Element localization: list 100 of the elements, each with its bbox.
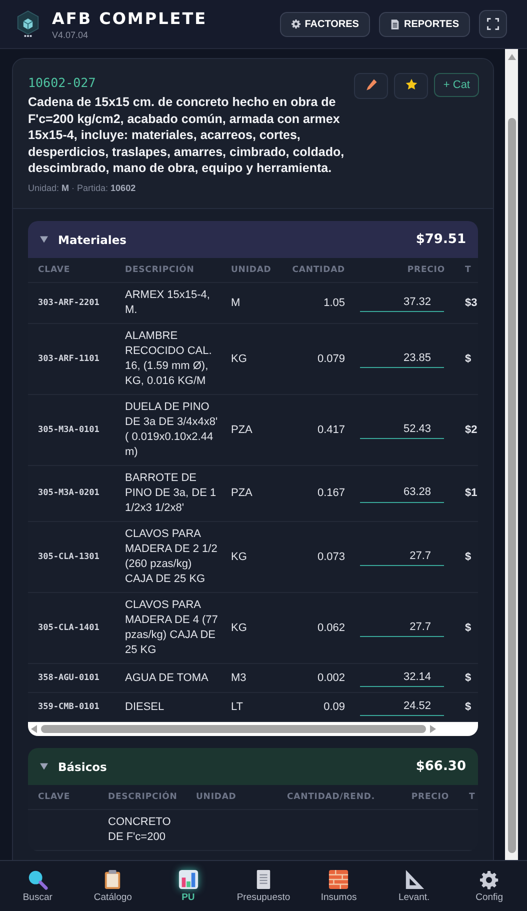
column-header: UNIDAD <box>196 791 238 804</box>
column-header: CANTIDAD <box>291 264 345 277</box>
section-title: Básicos <box>58 760 108 774</box>
column-header: UNIDAD <box>231 264 272 277</box>
item-description: Cadena de 15x15 cm. de concreto hecho en obra de F'c=200 kg/cm2, acabado común, armada con armex 15x15-4, incluye: materiales, acarreos, cortes, desperdicios, traslapes, amarres, cimbrado, coldado, descimbrado, mano de obra, equipo y herramienta. <box>28 94 346 176</box>
table-cell: $ <box>465 550 472 562</box>
table-cell: 305-CLA-1401 <box>38 622 100 632</box>
settings-icon <box>479 870 500 890</box>
table-cell: 305-M3A-0101 <box>38 424 100 434</box>
table-cell: $2 <box>465 424 478 436</box>
document-icon <box>390 18 400 30</box>
table-cell: $ <box>465 700 472 712</box>
table-cell: M <box>231 296 240 308</box>
table-cell: AGUA DE TOMA <box>125 672 208 684</box>
logo-icon <box>16 10 40 38</box>
table-cell: KG <box>231 550 247 562</box>
table-cell: 303-ARF-2201 <box>38 298 100 308</box>
table-cell: 358-AGU-0101 <box>38 672 100 682</box>
table-cell: BARROTE DE PINO DE 3a, DE 1 1/2x3 1/2x8' <box>125 472 216 514</box>
table-cell: PZA <box>231 424 252 436</box>
table-cell: $ <box>465 622 472 634</box>
section-title: Materiales <box>58 232 128 246</box>
table-cell: $3 <box>465 296 478 308</box>
fullscreen-button[interactable] <box>479 10 507 38</box>
arrow-up-icon[interactable] <box>508 54 516 60</box>
column-header: DESCRIPCIÓN <box>125 263 196 277</box>
table-cell: 0.417 <box>317 424 345 436</box>
table-cell: KG <box>231 352 247 364</box>
item-code: 10602-027 <box>28 75 97 90</box>
price-field[interactable]: 63.28 <box>360 484 444 502</box>
fullscreen-icon <box>487 18 499 30</box>
table-cell: 0.062 <box>317 622 345 634</box>
column-header: CLAVE <box>37 264 72 277</box>
table-cell: 305-CLA-1301 <box>38 552 100 562</box>
price-field[interactable]: 27.7 <box>360 548 444 566</box>
column-header: CANTIDAD/REND. <box>286 791 375 804</box>
app-title: AFB COMPLETE <box>52 8 208 28</box>
column-header: CLAVE <box>37 791 72 804</box>
table-cell: $ <box>465 672 472 684</box>
table-cell: 0.09 <box>324 700 345 712</box>
table-cell: M3 <box>231 672 246 684</box>
price-field[interactable]: 24.52 <box>360 698 444 716</box>
section-header[interactable]: Materiales $79.51 <box>28 221 478 258</box>
price-field[interactable]: 23.85 <box>360 350 444 368</box>
column-header: DESCRIPCIÓN <box>108 790 178 804</box>
nav-tab[interactable]: Config <box>452 861 527 911</box>
table-cell: 0.079 <box>317 352 345 364</box>
table-cell: DIESEL <box>125 700 164 712</box>
gear-icon <box>290 19 301 29</box>
table-cell: $ <box>465 352 472 364</box>
table-cell: ALAMBRE RECOCIDO CAL. 16, (1.59 mm Ø), KG, 0.016 KG/M <box>125 330 212 387</box>
table-cell: CLAVOS PARA MADERA DE 4 (77 pzas/kg) CAJA DE 25 KG <box>125 599 218 656</box>
table-cell: 0.002 <box>317 672 345 684</box>
nav-tab[interactable]: Catálogo <box>75 861 151 911</box>
section-header[interactable]: Básicos $66.30 <box>28 748 478 785</box>
document-icon <box>254 869 272 890</box>
price-field[interactable]: 27.7 <box>360 619 444 637</box>
table-cell: KG <box>231 622 247 634</box>
nav-tab[interactable]: PU <box>150 861 226 911</box>
favorite-button[interactable] <box>394 73 428 99</box>
section-total: $66.30 <box>416 759 466 774</box>
table-cell: LT <box>231 700 244 712</box>
add-category-button[interactable]: + Cat <box>434 73 479 97</box>
arrow-right-icon[interactable] <box>430 725 436 733</box>
table-cell: 303-ARF-1101 <box>38 354 100 364</box>
reports-button[interactable]: REPORTES <box>378 12 470 36</box>
price-field[interactable]: 37.32 <box>360 294 444 312</box>
column-header: T <box>464 264 472 277</box>
table-cell: 0.167 <box>317 487 345 499</box>
edit-button[interactable] <box>354 73 388 99</box>
table-cell: 1.05 <box>324 296 345 308</box>
table-cell: 359-CMB-0101 <box>38 702 100 712</box>
table-cell: CONCRETO DE F'c=200 <box>108 816 171 843</box>
version-label: V4.07.04 <box>52 30 90 40</box>
table-cell: ARMEX 15x15-4, M. <box>125 289 210 316</box>
column-header: PRECIO <box>406 264 446 277</box>
price-field[interactable]: 52.43 <box>360 421 444 439</box>
table-cell: PZA <box>231 487 252 499</box>
column-header: PRECIO <box>410 791 450 804</box>
column-header: T <box>468 791 476 804</box>
arrow-left-icon[interactable] <box>31 725 37 733</box>
section-total: $79.51 <box>416 232 466 247</box>
nav-tab[interactable]: Buscar <box>0 861 76 911</box>
horizontal-scrollbar[interactable] <box>28 722 478 736</box>
item-meta: Unidad: M · Partida: 10602 <box>28 182 137 192</box>
table-cell: 0.073 <box>317 550 345 562</box>
table-cell: $1 <box>465 487 478 499</box>
brick-wall-icon <box>328 869 350 890</box>
nav-tab[interactable]: Insumos <box>301 861 376 911</box>
price-field[interactable]: 32.14 <box>360 669 444 687</box>
clipboard-icon <box>103 869 122 890</box>
table-cell: CLAVOS PARA MADERA DE 2 1/2 (260 pzas/kg) CAJA DE 25 KG <box>125 528 218 585</box>
nav-tab[interactable]: Presupuesto <box>226 861 302 911</box>
bar-chart-icon <box>178 869 199 890</box>
nav-tab[interactable]: Levant. <box>376 861 452 911</box>
table-cell: DUELA DE PINO DE 3a DE 3/4x4x8' ( 0.019x0.10x2.44 m) <box>125 401 218 458</box>
search-icon <box>27 869 48 890</box>
table-cell: 305-M3A-0201 <box>38 488 100 498</box>
vertical-scrollbar[interactable] <box>505 49 518 860</box>
settings-button[interactable]: FACTORES <box>280 12 370 36</box>
